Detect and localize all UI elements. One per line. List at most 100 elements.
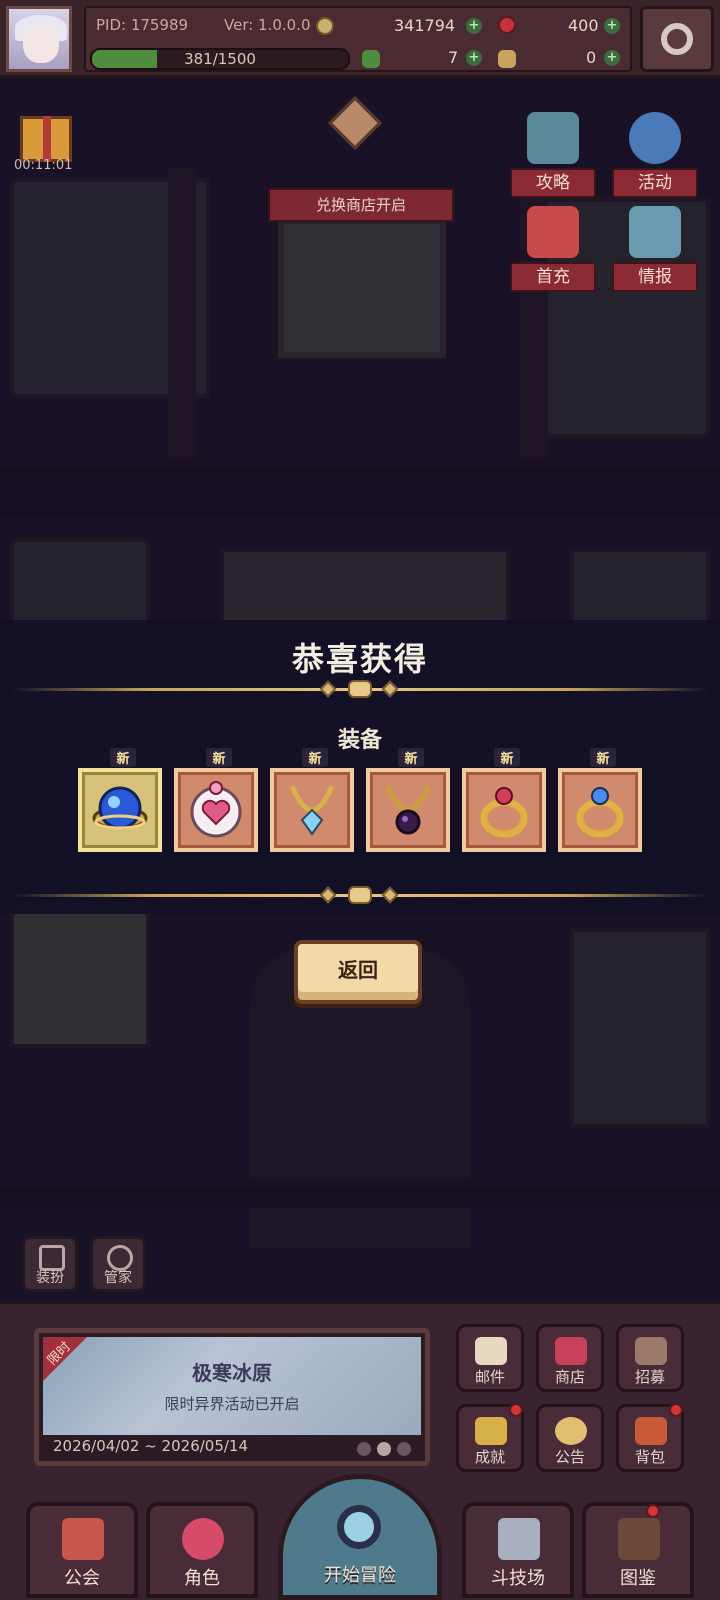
new-tag: 新 [302, 748, 328, 767]
event-subtitle: 限时异界活动已开启 [164, 1395, 300, 1413]
divider-ornament [318, 886, 402, 904]
notice-button[interactable]: 公告 [536, 1404, 604, 1472]
intel-button[interactable]: 情报 [612, 206, 698, 292]
top-status-bar: PID: 175989 Ver: 1.0.0.0 341794 + 400 + … [0, 0, 720, 78]
mail-icon [475, 1337, 507, 1365]
reward-title: 恭喜获得 [291, 640, 428, 678]
event-title: 极寒冰原 [192, 1361, 272, 1385]
notification-dot [646, 1504, 660, 1518]
character-icon [182, 1518, 224, 1560]
carousel-dot-active[interactable] [377, 1442, 391, 1456]
bottom-nav: 公会 角色 开始冒险 斗技场 图鉴 [0, 1474, 720, 1600]
carousel-dot[interactable] [357, 1442, 371, 1456]
bag-label: 背包 [634, 1448, 665, 1466]
bag-button[interactable]: 背包 [616, 1403, 684, 1472]
nav-guild-label: 公会 [64, 1568, 100, 1589]
activity-label: 活动 [612, 168, 698, 198]
carousel-dots[interactable] [351, 1441, 411, 1460]
reward-item-blue-orb[interactable]: 新 [78, 748, 162, 852]
avatar-face [23, 25, 59, 63]
exp-bar: 381/1500 [90, 48, 350, 70]
nav-adventure-label: 开始冒险 [324, 1565, 396, 1586]
map-icon [629, 206, 681, 258]
player-avatar[interactable] [6, 6, 72, 72]
back-button[interactable]: 返回 [294, 940, 422, 1004]
event-dates: 2026/04/02 ~ 2026/05/14 [53, 1437, 249, 1455]
ticket-amount: 0 [586, 48, 597, 67]
mail-label: 邮件 [474, 1368, 505, 1386]
achievement-button[interactable]: 成就 [456, 1403, 524, 1472]
nav-guild[interactable]: 公会 [26, 1502, 138, 1598]
pink-heart-charm-icon [190, 781, 242, 838]
new-tag: 新 [590, 748, 616, 767]
exp-text: 381/1500 [184, 50, 256, 68]
add-ticket-icon[interactable]: + [604, 50, 620, 66]
nav-codex-label: 图鉴 [620, 1568, 656, 1589]
dress-up-button[interactable]: 装扮 [22, 1236, 78, 1292]
guild-icon [62, 1518, 104, 1560]
add-gem-icon[interactable]: + [604, 18, 620, 34]
butler-button[interactable]: 管家 [90, 1236, 146, 1292]
ticket-icon [498, 50, 516, 68]
event-card[interactable]: 限时 极寒冰原 限时异界活动已开启 2026/04/02 ~ 2026/05/1… [34, 1328, 430, 1466]
shop-button[interactable]: 商店 [536, 1324, 604, 1392]
exchange-shop-banner[interactable]: 兑换商店开启 [268, 188, 454, 222]
dark-gem-necklace-icon [385, 785, 431, 835]
guide-button[interactable]: 攻略 [510, 112, 596, 198]
crossed-swords-icon [498, 1518, 540, 1560]
carousel-dot[interactable] [397, 1442, 411, 1456]
nav-adventure[interactable]: 开始冒险 [278, 1474, 442, 1600]
resource-panel: PID: 175989 Ver: 1.0.0.0 341794 + 400 + … [84, 6, 632, 72]
recruit-label: 招募 [634, 1368, 665, 1386]
nav-arena[interactable]: 斗技场 [462, 1502, 574, 1598]
recruit-button[interactable]: 招募 [616, 1324, 684, 1392]
new-tag: 新 [110, 748, 136, 767]
game-version: Ver: 1.0.0.0 [224, 16, 311, 34]
add-clover-icon[interactable]: + [466, 50, 482, 66]
nav-character[interactable]: 角色 [146, 1502, 258, 1598]
blue-gem-ring-icon [576, 787, 624, 838]
gold-coin-icon [316, 17, 334, 35]
gift-icon[interactable] [20, 116, 72, 162]
shop-label: 商店 [554, 1368, 585, 1386]
blue-orb-icon [92, 786, 148, 830]
gift-box-icon [527, 206, 579, 258]
shop-icon [555, 1337, 587, 1365]
add-gold-icon[interactable]: + [466, 18, 482, 34]
gift-timer: 00:11:01 [14, 158, 73, 173]
red-gem-ring-icon [480, 787, 528, 838]
notification-dot [509, 1403, 523, 1417]
reward-item-blue-necklace[interactable]: 新 [270, 748, 354, 852]
nav-character-label: 角色 [184, 1568, 220, 1589]
chat-icon [527, 112, 579, 164]
activity-button[interactable]: 活动 [612, 112, 698, 198]
divider-ornament [318, 680, 402, 698]
reward-item-heart-charm[interactable]: 新 [174, 748, 258, 852]
clover-icon [362, 50, 380, 68]
nav-codex[interactable]: 图鉴 [582, 1502, 694, 1598]
notice-label: 公告 [554, 1448, 585, 1466]
trophy-icon [475, 1417, 507, 1445]
dress-up-label: 装扮 [36, 1270, 64, 1286]
gem-amount: 400 [568, 16, 599, 35]
nav-arena-label: 斗技场 [491, 1568, 545, 1589]
magnifier-icon [337, 1505, 381, 1549]
recruit-icon [635, 1337, 667, 1365]
backpack-icon [635, 1417, 667, 1445]
reward-item-red-ring[interactable]: 新 [462, 748, 546, 852]
balloon-icon [629, 112, 681, 164]
new-tag: 新 [398, 748, 424, 767]
mail-button[interactable]: 邮件 [456, 1324, 524, 1392]
new-tag: 新 [206, 748, 232, 767]
event-banner: 限时 极寒冰原 限时异界活动已开启 [43, 1337, 421, 1435]
butler-label: 管家 [104, 1270, 132, 1286]
player-id: PID: 175989 [96, 16, 189, 34]
blue-gem-necklace-icon [289, 785, 335, 836]
first-recharge-label: 首充 [510, 262, 596, 292]
reward-popup: 恭喜获得 装备 新 新 新 新 新 新 [0, 620, 720, 914]
first-recharge-button[interactable]: 首充 [510, 206, 596, 292]
notification-dot [669, 1403, 683, 1417]
settings-button[interactable] [640, 6, 714, 72]
reward-item-dark-necklace[interactable]: 新 [366, 748, 450, 852]
reward-item-blue-ring[interactable]: 新 [558, 748, 642, 852]
